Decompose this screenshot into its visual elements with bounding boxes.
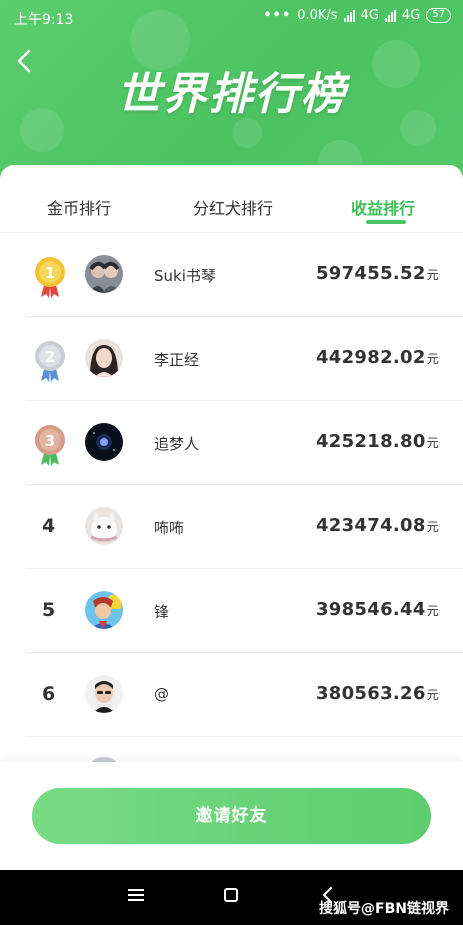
bottom-panel: 邀请好友 <box>0 762 463 870</box>
rank-number: 6 <box>42 683 56 705</box>
menu-icon[interactable] <box>128 888 144 902</box>
page-title: 世界排行榜 <box>116 69 347 120</box>
battery-icon: 57 <box>426 8 451 23</box>
gold-medal-icon: 1 <box>35 257 65 298</box>
svg-text:3: 3 <box>45 432 55 450</box>
status-time: 上午9:13 <box>14 12 74 28</box>
earnings-amount: 442982.02元 <box>315 347 439 368</box>
silver-medal-icon: 2 <box>35 341 65 382</box>
tab-bar: 金币排行 分红犬排行 收益排行 <box>0 165 463 233</box>
user-name: 追梦人 <box>154 435 200 453</box>
status-bar: 上午9:13 ••• 0.0K/s 4G 4G 57 <box>0 0 463 34</box>
signal-icon-2 <box>384 9 396 22</box>
user-avatar <box>85 423 123 461</box>
tab-coin-ranking[interactable]: 金币排行 <box>47 195 111 219</box>
network-type-2: 4G <box>401 8 421 23</box>
user-avatar <box>85 675 123 713</box>
earnings-amount: 597455.52元 <box>315 263 439 284</box>
user-name: 咘咘 <box>154 519 185 537</box>
earnings-amount: 398546.44元 <box>315 599 439 620</box>
ranking-row[interactable]: 3 追梦人 425218.80元 <box>0 401 463 485</box>
ranking-row[interactable]: 4 咘咘 423474.08元 <box>0 485 463 569</box>
user-avatar <box>85 507 123 545</box>
earnings-amount: 380563.26元 <box>315 683 439 704</box>
signal-icon <box>343 9 355 22</box>
earnings-amount: 425218.80元 <box>315 431 439 452</box>
user-avatar <box>85 255 123 293</box>
tab-dividend-dog-ranking[interactable]: 分红犬排行 <box>193 195 273 219</box>
ranking-row[interactable]: 1 Suki书琴 597455.52元 <box>0 233 463 317</box>
home-icon[interactable] <box>224 888 238 902</box>
invite-friends-button[interactable]: 邀请好友 <box>32 788 431 844</box>
user-avatar <box>85 591 123 629</box>
user-name: 锋 <box>154 603 170 621</box>
user-avatar <box>85 339 123 377</box>
network-speed: 0.0K/s <box>297 8 338 23</box>
status-more-indicator: ••• <box>263 8 292 23</box>
rank-number: 4 <box>42 515 56 537</box>
user-name: @ <box>154 685 169 703</box>
ranking-list: 1 Suki书琴 597455.52元 2 李正经 442982.02元 3 追… <box>0 233 463 737</box>
bronze-medal-icon: 3 <box>35 425 65 466</box>
earnings-amount: 423474.08元 <box>315 515 439 536</box>
ranking-row[interactable]: 5 锋 398546.44元 <box>0 569 463 653</box>
ranking-row[interactable]: 6 @ 380563.26元 <box>0 653 463 737</box>
divider <box>26 736 463 737</box>
network-type-1: 4G <box>360 8 379 23</box>
system-nav-bar: 搜狐号@FBN链视界 <box>0 870 463 925</box>
tab-earnings-ranking[interactable]: 收益排行 <box>351 195 415 219</box>
watermark: 搜狐号@FBN链视界 <box>319 901 449 917</box>
svg-text:1: 1 <box>45 264 55 282</box>
svg-text:2: 2 <box>45 348 55 366</box>
rank-number: 5 <box>42 599 56 621</box>
ranking-row[interactable]: 2 李正经 442982.02元 <box>0 317 463 401</box>
user-name: 李正经 <box>154 351 200 369</box>
active-tab-indicator <box>366 220 406 224</box>
user-name: Suki书琴 <box>154 267 216 285</box>
